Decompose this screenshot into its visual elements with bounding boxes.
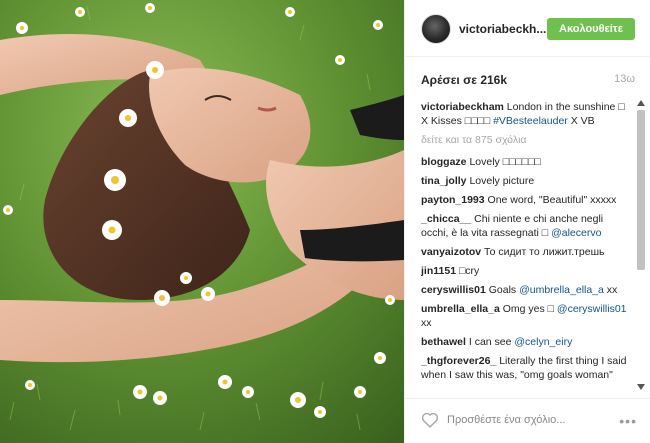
scroll-thumb[interactable] [637,110,645,270]
comment-item: umbrella_ella_a Omg yes □ @ceryswillis01… [421,302,633,330]
comment-username[interactable]: umbrella_ella_a [421,303,500,315]
comment-username[interactable]: _chicca__ [421,213,471,225]
comment-footer: ••• [405,398,650,443]
post-header: victoriabeckh... Ακολουθείτε [405,0,650,57]
comment-item: vanyaizotov То сидит то лижит.трешь [421,245,633,259]
comment-text-after: xx [603,284,618,296]
photo-illustration [0,0,404,443]
comment-item: tina_jolly Lovely picture [421,174,633,188]
post-side-panel: victoriabeckh... Ακολουθείτε Αρέσει σε 2… [404,0,650,443]
caption-hashtag[interactable]: #VBesteelauder [493,115,568,127]
comment-username[interactable]: ceryswillis01 [421,284,486,296]
post-time[interactable]: 13ω [614,73,635,85]
comment-mention[interactable]: @alecervo [551,227,601,239]
view-all-comments-link[interactable]: δείτε και τα 875 σχόλια [421,133,633,147]
comment-item: jin1151 □cry [421,264,633,278]
scroll-down-arrow-icon[interactable] [637,384,645,390]
following-button[interactable]: Ακολουθείτε [547,18,635,40]
avatar[interactable] [421,14,451,44]
more-dots-icon[interactable]: ••• [619,413,637,429]
comment-text-after: xx [421,317,432,329]
likes-row: Αρέσει σε 216k 13ω [421,73,635,89]
comment-text: One word, "Beautiful" xxxxx [487,194,617,206]
comment-username[interactable]: bethawel [421,336,466,348]
comment-username[interactable]: tina_jolly [421,175,467,187]
comment-item: _thgforever26_ Literally the first thing… [421,354,633,382]
comment-input[interactable] [447,410,627,430]
comments-scrollbar[interactable] [636,100,646,390]
likes-count[interactable]: Αρέσει σε 216k [421,73,507,87]
comment-text: Lovely picture [469,175,535,187]
comment-mention[interactable]: @ceryswillis01 [557,303,627,315]
comment-item: bethawel I can see @celyn_eiry [421,335,633,349]
comment-mention[interactable]: @umbrella_ella_a [519,284,604,296]
comment-mention[interactable]: @celyn_eiry [514,336,572,348]
comment-item: payton_1993 One word, "Beautiful" xxxxx [421,193,633,207]
comment-text: То сидит то лижит.трешь [484,246,605,258]
comment-item: bloggaze Lovely □□□□□□ [421,155,633,169]
comment-text: Lovely □□□□□□ [469,156,541,168]
caption-username[interactable]: victoriabeckham [421,101,504,113]
comment-item: _chicca__ Chi niente e chi anche negli o… [421,212,633,240]
caption-suffix: X VB [567,115,595,127]
comment-text: Omg yes □ [502,303,557,315]
comment-text: □cry [458,265,480,277]
caption: victoriabeckham London in the sunshine □… [421,100,633,128]
comment-username[interactable]: payton_1993 [421,194,485,206]
comment-item: ceryswillis01 Goals @umbrella_ella_a xx [421,283,633,297]
comment-text: Goals [488,284,520,296]
comment-text: I can see [468,336,515,348]
comment-username[interactable]: bloggaze [421,156,467,168]
comment-username[interactable]: jin1151 [421,265,456,277]
heart-outline-icon[interactable] [421,412,439,428]
post-photo[interactable] [0,0,404,443]
comment-username[interactable]: vanyaizotov [421,246,481,258]
scroll-up-arrow-icon[interactable] [637,100,645,106]
comments-list[interactable]: victoriabeckham London in the sunshine □… [421,100,633,396]
comment-username[interactable]: _thgforever26_ [421,355,496,367]
